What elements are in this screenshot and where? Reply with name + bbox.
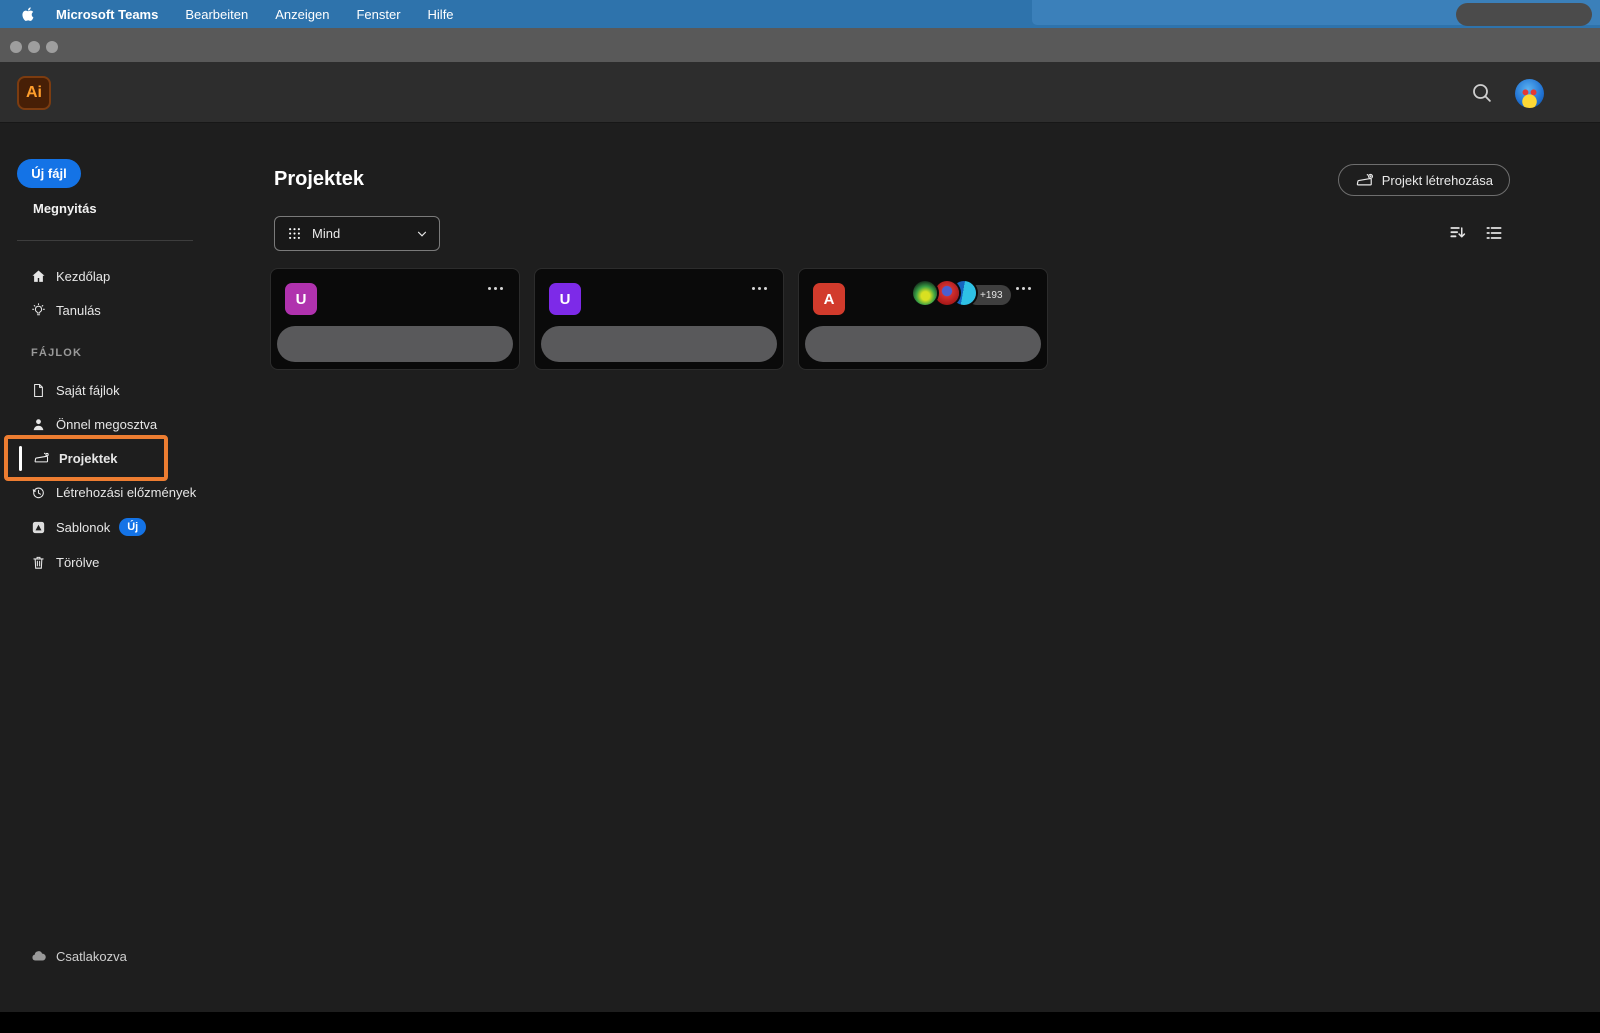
sidebar-item-learn[interactable]: Tanulás: [0, 293, 230, 327]
project-tile-initial: U: [549, 283, 581, 315]
sidebar-section-files: FÁJLOK: [31, 347, 83, 359]
sort-icon[interactable]: [1448, 223, 1468, 243]
document-icon: [30, 382, 47, 399]
connection-status-label: Csatlakozva: [56, 948, 127, 964]
filter-dropdown[interactable]: Mind: [274, 216, 440, 251]
sidebar-item-label: Saját fájlok: [56, 382, 120, 398]
grid-icon: [287, 226, 302, 241]
window-titlebar: [0, 28, 1600, 62]
project-name-redacted: [541, 326, 777, 362]
search-icon[interactable]: [1470, 81, 1494, 105]
open-button[interactable]: Megnyitás: [33, 201, 97, 216]
sidebar-item-templates[interactable]: Sablonok Új: [0, 510, 230, 544]
history-clock-icon: [30, 484, 47, 501]
user-avatar[interactable]: [1515, 79, 1544, 108]
list-view-icon[interactable]: [1484, 223, 1504, 243]
more-options-icon[interactable]: [752, 287, 767, 290]
sidebar-item-my-files[interactable]: Saját fájlok: [0, 373, 230, 407]
sidebar-item-label: Létrehozási előzmények: [56, 484, 197, 500]
apple-icon[interactable]: [20, 6, 36, 22]
screen: Microsoft Teams Bearbeiten Anzeigen Fens…: [0, 0, 1600, 1033]
illustrator-logo: Ai: [17, 76, 51, 110]
new-badge: Új: [119, 518, 147, 536]
sidebar-item-shared-with-you[interactable]: Önnel megosztva: [0, 407, 230, 441]
app-header: [0, 62, 1600, 123]
project-tile-initial: U: [285, 283, 317, 315]
project-cards: U U A +193: [270, 268, 1048, 370]
sidebar-item-deleted[interactable]: Törölve: [0, 545, 230, 579]
menubar-item-anzeigen[interactable]: Anzeigen: [275, 7, 329, 22]
sidebar-item-home[interactable]: Kezdőlap: [0, 259, 230, 293]
window-close-button[interactable]: [10, 41, 22, 53]
menubar-item-bearbeiten[interactable]: Bearbeiten: [185, 7, 248, 22]
chevron-down-icon: [415, 227, 429, 241]
create-project-label: Projekt létrehozása: [1381, 172, 1493, 188]
member-avatar: [935, 281, 959, 305]
bottom-black-strip: [0, 1012, 1600, 1033]
cloud-icon: [30, 947, 48, 965]
person-icon: [30, 416, 47, 433]
sidebar-item-label: Törölve: [56, 554, 100, 570]
filter-selected-value: Mind: [312, 226, 341, 241]
member-avatar: [913, 281, 937, 305]
project-card[interactable]: U: [270, 268, 520, 370]
menubar-app-name[interactable]: Microsoft Teams: [56, 7, 158, 22]
app-body: Új fájl Megnyitás Kezdőlap Tanulás FÁJLO…: [0, 123, 1600, 1012]
macos-menubar: Microsoft Teams Bearbeiten Anzeigen Fens…: [0, 0, 1600, 28]
project-name-redacted: [805, 326, 1041, 362]
sidebar-item-label: Tanulás: [56, 302, 101, 318]
project-tile-initial: A: [813, 283, 845, 315]
lightbulb-icon: [30, 302, 47, 319]
sidebar-divider: [17, 240, 193, 241]
sidebar-item-creation-history[interactable]: Létrehozási előzmények: [0, 475, 230, 509]
page-title: Projektek: [274, 168, 365, 190]
project-card[interactable]: A +193: [798, 268, 1048, 370]
home-icon: [30, 268, 47, 285]
menubar-item-fenster[interactable]: Fenster: [356, 7, 400, 22]
more-options-icon[interactable]: [488, 287, 503, 290]
create-project-button[interactable]: Projekt létrehozása: [1337, 164, 1510, 196]
new-file-button[interactable]: Új fájl: [17, 159, 81, 188]
more-options-icon[interactable]: [1016, 287, 1031, 290]
window-minimize-button[interactable]: [28, 41, 40, 53]
create-project-icon: [1355, 171, 1374, 190]
project-name-redacted: [277, 326, 513, 362]
template-icon: [30, 519, 47, 536]
sidebar-item-label: Önnel megosztva: [56, 416, 158, 432]
sidebar-item-label: Projektek: [59, 450, 118, 466]
project-card[interactable]: U: [534, 268, 784, 370]
menubar-status-redaction: [1456, 3, 1592, 26]
projects-icon: [33, 450, 50, 467]
sidebar-item-label: Kezdőlap: [56, 268, 111, 284]
window-zoom-button[interactable]: [46, 41, 58, 53]
connection-status: Csatlakozva: [0, 939, 230, 973]
trash-icon: [30, 554, 47, 571]
sidebar-item-label: Sablonok: [56, 519, 111, 535]
menubar-item-hilfe[interactable]: Hilfe: [428, 7, 454, 22]
sidebar-item-projects[interactable]: Projektek: [0, 441, 230, 475]
